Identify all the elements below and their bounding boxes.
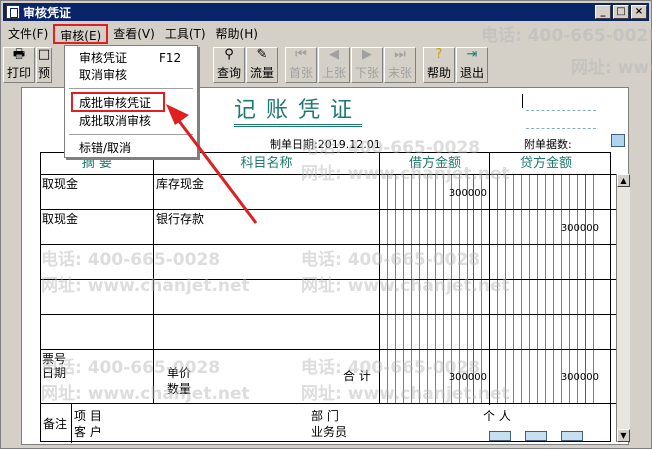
annotation-arrow xyxy=(166,104,258,224)
main-window: 审核凭证 _ □ × 文件(F) 审核(E) 查看(V) 工具(T) 帮助(H)… xyxy=(0,0,652,449)
